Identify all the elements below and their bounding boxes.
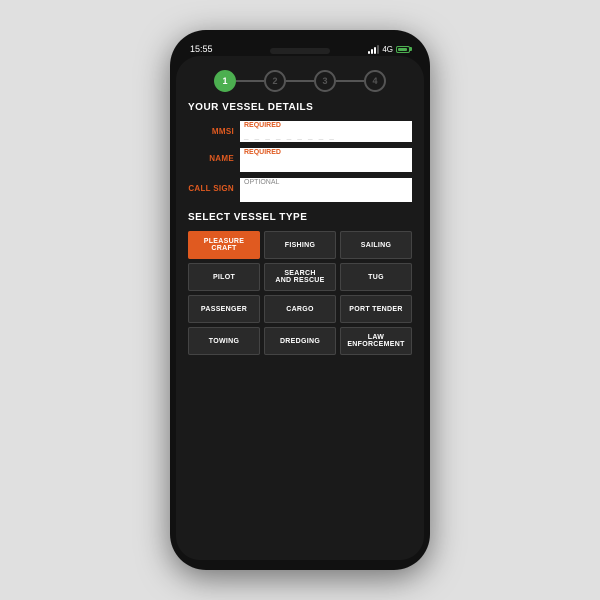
name-label: NAME	[188, 148, 240, 163]
call-sign-input[interactable]	[240, 186, 412, 202]
vessel-type-btn-1[interactable]: FISHING	[264, 231, 336, 259]
vessel-type-btn-3[interactable]: PILOT	[188, 263, 260, 291]
battery-icon	[396, 46, 410, 53]
step-2[interactable]: 2	[264, 70, 286, 92]
stepper: 1 2 3 4	[188, 70, 412, 92]
network-label: 4G	[382, 45, 393, 54]
call-sign-label: CALL SIGN	[188, 178, 240, 193]
call-sign-row: CALL SIGN OPTIONAL	[188, 178, 412, 202]
vessel-details-title: YOUR VESSEL DETAILS	[188, 102, 412, 113]
phone-frame: 15:55 4G 1 2 3	[170, 30, 430, 570]
step-1[interactable]: 1	[214, 70, 236, 92]
step-3[interactable]: 3	[314, 70, 336, 92]
status-bar: 15:55 4G	[176, 40, 424, 56]
call-sign-optional-label: OPTIONAL	[240, 178, 412, 186]
vessel-type-btn-8[interactable]: PORT TENDER	[340, 295, 412, 323]
step-4[interactable]: 4	[364, 70, 386, 92]
name-input-wrap: REQUIRED	[240, 148, 412, 172]
call-sign-input-wrap: OPTIONAL	[240, 178, 412, 202]
mmsi-input-wrap: REQUIRED _ _ _ _ _ _ _ _ _	[240, 121, 412, 142]
vessel-type-btn-2[interactable]: SAILING	[340, 231, 412, 259]
vessel-type-btn-5[interactable]: TUG	[340, 263, 412, 291]
step-line-1	[236, 80, 264, 82]
vessel-type-title: SELECT VESSEL TYPE	[188, 212, 412, 223]
vessel-type-grid: PLEASURE CRAFTFISHINGSAILING PILOTSEARCH …	[188, 231, 412, 355]
mmsi-label: MMSI	[188, 121, 240, 136]
screen: 1 2 3 4 YOUR VESSEL DETAILS MMSI REQUIRE…	[176, 56, 424, 560]
name-required-label: REQUIRED	[240, 148, 412, 156]
name-input[interactable]	[240, 156, 412, 172]
vessel-type-btn-6[interactable]: PASSENGER	[188, 295, 260, 323]
mmsi-row: MMSI REQUIRED _ _ _ _ _ _ _ _ _	[188, 121, 412, 142]
signal-icon	[368, 45, 379, 54]
time-display: 15:55	[190, 44, 213, 54]
vessel-type-btn-10[interactable]: DREDGING	[264, 327, 336, 355]
vessel-type-btn-11[interactable]: LAW ENFORCEMENT	[340, 327, 412, 355]
vessel-type-section: SELECT VESSEL TYPE PLEASURE CRAFTFISHING…	[188, 212, 412, 355]
mmsi-dashes: _ _ _ _ _ _ _ _ _	[240, 129, 412, 142]
vessel-type-btn-7[interactable]: CARGO	[264, 295, 336, 323]
step-line-3	[336, 80, 364, 82]
name-row: NAME REQUIRED	[188, 148, 412, 172]
step-line-2	[286, 80, 314, 82]
vessel-type-btn-4[interactable]: SEARCH AND RESCUE	[264, 263, 336, 291]
vessel-type-btn-9[interactable]: TOWING	[188, 327, 260, 355]
vessel-type-btn-0[interactable]: PLEASURE CRAFT	[188, 231, 260, 259]
mmsi-required-label: REQUIRED	[240, 121, 412, 129]
